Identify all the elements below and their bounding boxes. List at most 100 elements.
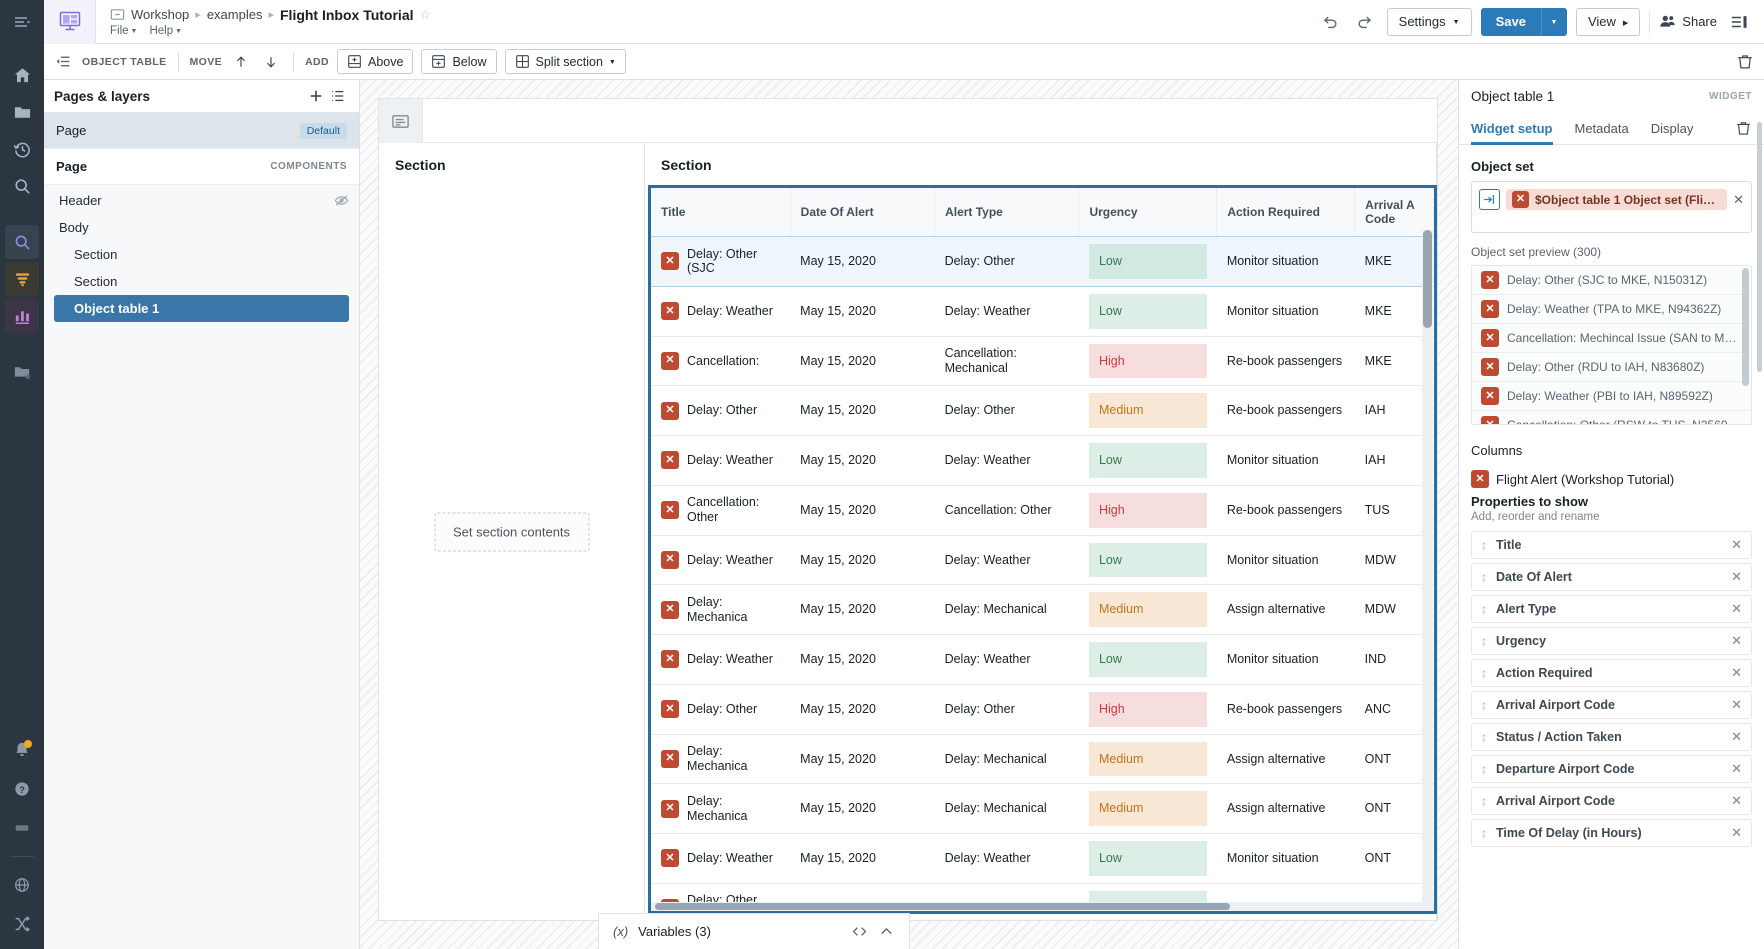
header-block-icon[interactable] <box>379 99 423 143</box>
property-row[interactable]: ↕ Date Of Alert ✕ <box>1471 563 1752 591</box>
settings-button[interactable]: Settings ▼ <box>1386 7 1472 36</box>
drag-handle-icon[interactable]: ↕ <box>1481 794 1487 808</box>
split-section-button[interactable]: Split section ▼ <box>504 49 626 74</box>
remove-property-icon[interactable]: ✕ <box>1731 665 1742 681</box>
menu-help[interactable]: Help ▼ <box>149 25 182 37</box>
layer-item-object-table-1[interactable]: Object table 1 <box>54 295 349 322</box>
section-right[interactable]: Section Title Date Of Alert Alert Type U… <box>645 143 1437 920</box>
table-row[interactable]: ✕ Delay: Other May 15, 2020 Delay: Other Hig… <box>651 684 1434 735</box>
table-row[interactable]: ✕ Delay: Weather May 15, 2020 Delay: Weathe… <box>651 286 1434 337</box>
scrollbar-thumb[interactable] <box>655 903 1230 910</box>
redo-icon[interactable] <box>1352 9 1378 35</box>
property-row[interactable]: ↕ Departure Airport Code ✕ <box>1471 755 1752 783</box>
property-row[interactable]: ↕ Title ✕ <box>1471 531 1752 559</box>
shuffle-icon[interactable] <box>5 907 39 941</box>
preview-list-item[interactable]: ✕ Delay: Weather (PBI to IAH, N89592Z) <box>1472 382 1751 411</box>
object-set-chip[interactable]: ✕ $Object table 1 Object set (Flight Ale… <box>1506 189 1728 210</box>
breadcrumb-examples[interactable]: examples <box>207 7 263 22</box>
home-icon[interactable] <box>5 58 39 92</box>
remove-property-icon[interactable]: ✕ <box>1731 825 1742 841</box>
layer-item-header[interactable]: Header <box>54 187 349 214</box>
add-above-button[interactable]: Above <box>337 49 414 74</box>
add-below-button[interactable]: Below <box>421 49 497 74</box>
table-horizontal-scrollbar[interactable] <box>651 902 1434 911</box>
object-table-widget[interactable]: Title Date Of Alert Alert Type Urgency A… <box>648 185 1437 914</box>
table-row[interactable]: ✕ Delay: Mechanica May 15, 2020 Delay: Mech… <box>651 783 1434 834</box>
property-row[interactable]: ↕ Status / Action Taken ✕ <box>1471 723 1752 751</box>
save-dropdown-button[interactable]: ▼ <box>1540 7 1567 36</box>
set-section-contents-button[interactable]: Set section contents <box>433 512 590 551</box>
table-row[interactable]: ✕Delay: Other (LAXMay 15, 2020Delay: Oth… <box>651 883 1434 902</box>
tab-widget-setup[interactable]: Widget setup <box>1471 113 1553 145</box>
table-row[interactable]: ✕ Cancellation: Other May 15, 2020 Cancella… <box>651 485 1434 536</box>
preview-list-item[interactable]: ✕ Cancellation: Other (RSW to TUS, N35602… <box>1472 411 1751 424</box>
trash-icon[interactable] <box>1735 120 1752 137</box>
column-header-alert-type[interactable]: Alert Type <box>934 188 1080 237</box>
table-row[interactable]: ✕ Delay: Other May 15, 2020 Delay: Other Med… <box>651 385 1434 436</box>
remove-property-icon[interactable]: ✕ <box>1731 729 1742 745</box>
drag-handle-icon[interactable]: ↕ <box>1481 602 1487 616</box>
notifications-icon[interactable] <box>5 733 39 767</box>
layer-item-section-2[interactable]: Section <box>54 268 349 295</box>
arrow-up-icon[interactable] <box>230 51 252 73</box>
favorite-star-icon[interactable]: ☆ <box>420 7 432 23</box>
column-header-date-of-alert[interactable]: Date Of Alert <box>790 188 936 237</box>
remove-property-icon[interactable]: ✕ <box>1731 761 1742 777</box>
table-row[interactable]: ✕ Delay: Mechanica May 15, 2020 Delay: Mech… <box>651 734 1434 785</box>
remove-property-icon[interactable]: ✕ <box>1731 601 1742 617</box>
history-icon[interactable] <box>5 132 39 166</box>
collapse-left-icon[interactable] <box>52 51 74 73</box>
tab-metadata[interactable]: Metadata <box>1575 113 1629 145</box>
table-row[interactable]: ✕ Delay: Weather May 15, 2020 Delay: Weathe… <box>651 833 1434 884</box>
search-icon[interactable] <box>5 169 39 203</box>
object-explorer-icon[interactable] <box>5 225 39 259</box>
table-row[interactable]: ✕ Delay: Weather May 15, 2020 Delay: Weathe… <box>651 435 1434 486</box>
breadcrumb-workshop[interactable]: Workshop <box>131 7 189 22</box>
drag-handle-icon[interactable]: ↕ <box>1481 762 1487 776</box>
table-vertical-scrollbar[interactable] <box>1422 230 1433 902</box>
remove-property-icon[interactable]: ✕ <box>1731 569 1742 585</box>
drag-handle-icon[interactable]: ↕ <box>1481 570 1487 584</box>
close-icon[interactable]: ✕ <box>1733 192 1744 208</box>
visibility-icon[interactable] <box>334 193 349 208</box>
help-icon[interactable]: ? <box>5 772 39 806</box>
preview-list-item[interactable]: ✕ Cancellation: Mechincal Issue (SAN to M… <box>1472 324 1751 353</box>
remove-property-icon[interactable]: ✕ <box>1731 633 1742 649</box>
remove-property-icon[interactable]: ✕ <box>1731 537 1742 553</box>
drag-handle-icon[interactable]: ↕ <box>1481 826 1487 840</box>
share-button[interactable]: Share <box>1659 13 1717 30</box>
chart-icon[interactable] <box>5 299 39 333</box>
property-row[interactable]: ↕ Time Of Delay (in Hours) ✕ <box>1471 819 1752 847</box>
variables-bar[interactable]: (x) Variables (3) <box>598 913 910 949</box>
column-header-urgency[interactable]: Urgency <box>1078 188 1218 237</box>
inspector-scrollbar[interactable] <box>1757 122 1762 943</box>
folder-icon[interactable] <box>5 95 39 129</box>
table-row[interactable]: ✕ Delay: Mechanica May 15, 2020 Delay: Mech… <box>651 584 1434 635</box>
code-icon[interactable] <box>851 923 868 940</box>
property-row[interactable]: ↕ Arrival Airport Code ✕ <box>1471 787 1752 815</box>
remove-property-icon[interactable]: ✕ <box>1731 697 1742 713</box>
tab-display[interactable]: Display <box>1651 113 1694 145</box>
preview-list-item[interactable]: ✕ Delay: Weather (TPA to MKE, N94362Z) <box>1472 295 1751 324</box>
enter-object-set-icon[interactable] <box>1479 189 1500 210</box>
drag-handle-icon[interactable]: ↕ <box>1481 730 1487 744</box>
save-button[interactable]: Save <box>1480 7 1541 36</box>
column-header-title[interactable]: Title <box>651 188 791 237</box>
preview-scrollbar[interactable] <box>1742 268 1749 422</box>
page-row-components[interactable]: Page COMPONENTS <box>44 149 359 185</box>
plus-icon[interactable] <box>305 85 327 107</box>
drag-handle-icon[interactable]: ↕ <box>1481 538 1487 552</box>
table-row[interactable]: ✕ Delay: Other (SJC May 15, 2020 Delay: Oth… <box>651 235 1434 288</box>
column-header-action-required[interactable]: Action Required <box>1216 188 1356 237</box>
panel-toggle-icon[interactable] <box>1726 9 1752 35</box>
section-left[interactable]: Section Set section contents <box>379 143 645 920</box>
undo-icon[interactable] <box>1317 9 1343 35</box>
list-icon[interactable] <box>327 85 349 107</box>
chevron-up-icon[interactable] <box>878 923 895 940</box>
property-row[interactable]: ↕ Action Required ✕ <box>1471 659 1752 687</box>
table-row[interactable]: ✕ Cancellation: May 15, 2020 Cancellation: … <box>651 336 1434 387</box>
drag-handle-icon[interactable]: ↕ <box>1481 666 1487 680</box>
scrollbar-thumb[interactable] <box>1742 268 1749 386</box>
table-row[interactable]: ✕ Delay: Weather May 15, 2020 Delay: Weathe… <box>651 535 1434 586</box>
saved-folder-icon[interactable] <box>5 355 39 389</box>
